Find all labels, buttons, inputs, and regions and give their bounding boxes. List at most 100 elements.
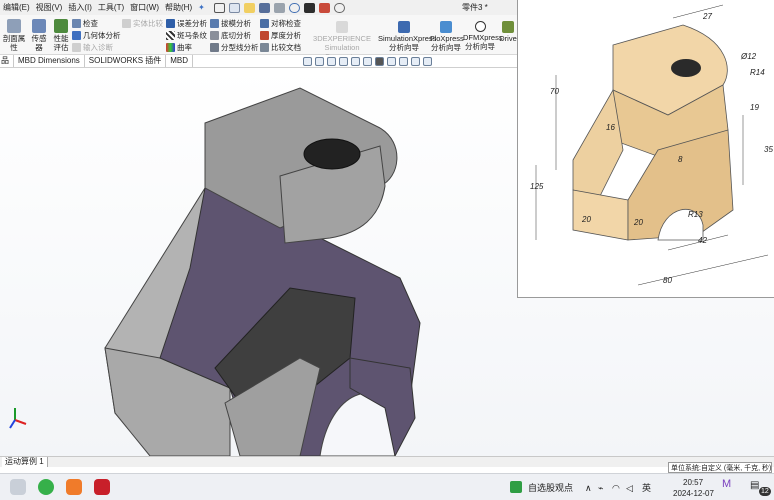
section-view-icon[interactable]: [339, 57, 348, 66]
tray-chevron-up-icon[interactable]: ∧: [585, 482, 592, 494]
import-diagnostics-icon: [72, 43, 81, 52]
dim-19: 19: [750, 103, 759, 112]
symmetry-icon: [260, 19, 269, 28]
hide-show-items-icon[interactable]: [387, 57, 396, 66]
tab-mbd[interactable]: MBD: [166, 55, 194, 67]
input-language[interactable]: 英: [642, 482, 651, 494]
compare-documents-button[interactable]: 比较文档: [260, 42, 301, 53]
taskbar-app-solidworks-icon[interactable]: [94, 479, 110, 495]
stock-widget-text[interactable]: 自选股观点: [528, 482, 573, 494]
menu-bar: 编辑(E) 视图(V) 插入(I) 工具(T) 窗口(W) 帮助(H) ✦ 零件…: [0, 0, 517, 15]
dim-27: 27: [703, 12, 712, 21]
zoom-to-fit-icon[interactable]: [303, 57, 312, 66]
geometry-analysis-button[interactable]: 几何体分析: [72, 30, 121, 41]
undercut-analysis-button[interactable]: 底切分析: [210, 30, 251, 41]
rebuild-icon[interactable]: [318, 2, 330, 13]
tab-solidworks-addins[interactable]: SOLIDWORKS 插件: [85, 55, 167, 67]
undo-icon[interactable]: [288, 2, 300, 13]
curvature-button[interactable]: 曲率: [166, 42, 192, 53]
part-3d-model[interactable]: [0, 68, 517, 456]
home-icon[interactable]: [213, 2, 225, 13]
dim-8: 8: [678, 155, 683, 164]
tab-evaluate[interactable]: 品: [0, 55, 14, 67]
menu-insert[interactable]: 插入(I): [65, 0, 95, 15]
wifi-icon[interactable]: ◠: [612, 482, 620, 494]
dim-125: 125: [530, 182, 544, 191]
volume-icon[interactable]: ◁: [626, 482, 633, 494]
dim-dia-12: Ø12: [741, 52, 757, 61]
symmetry-check-button[interactable]: 对称检查: [260, 18, 301, 29]
section-properties-button[interactable]: 剖面属 性: [2, 19, 26, 52]
section-properties-icon: [7, 19, 21, 33]
dim-80: 80: [663, 276, 672, 285]
sensor-button[interactable]: 传感器: [28, 19, 50, 52]
driveworks-icon: [502, 21, 514, 33]
notification-badge: 12: [759, 487, 771, 496]
select-icon[interactable]: [303, 2, 315, 13]
zebra-stripes-button[interactable]: 斑马条纹: [166, 30, 207, 41]
stock-widget-icon[interactable]: [510, 481, 522, 493]
driveworks-button[interactable]: Drive: [499, 21, 517, 43]
coordinate-triad-icon: [9, 408, 27, 429]
open-folder-icon[interactable]: [243, 2, 255, 13]
menu-tools[interactable]: 工具(T): [95, 0, 127, 15]
menu-view[interactable]: 视图(V): [33, 0, 66, 15]
quick-access-toolbar: [213, 2, 345, 13]
thickness-analysis-button[interactable]: 厚度分析: [260, 30, 301, 41]
import-diagnostics-button[interactable]: 输入诊断: [72, 42, 113, 53]
deviation-analysis-button[interactable]: 误差分析: [166, 18, 207, 29]
dfmxpress-button[interactable]: DFMXpress 分析向导: [463, 21, 503, 51]
dim-20-left: 20: [582, 215, 591, 224]
performance-icon: [54, 19, 68, 33]
heads-up-view-toolbar: [303, 57, 432, 66]
taskbar-date[interactable]: 2024-12-07: [673, 488, 714, 500]
zoom-to-area-icon[interactable]: [315, 57, 324, 66]
app-logo-icon: M: [722, 478, 732, 490]
menu-help[interactable]: 帮助(H): [162, 0, 195, 15]
view-orientation-icon[interactable]: [363, 57, 372, 66]
motion-study-tab[interactable]: 运动算例 1: [2, 457, 48, 467]
body-compare-button[interactable]: 实体比较: [122, 18, 163, 29]
view-settings-icon[interactable]: [423, 57, 432, 66]
check-button[interactable]: 检查: [72, 18, 98, 29]
simulationxpress-button[interactable]: SimulationXpress 分析向导: [378, 21, 436, 52]
previous-view-icon[interactable]: [327, 57, 336, 66]
undercut-icon: [210, 31, 219, 40]
deviation-icon: [166, 19, 175, 28]
menu-window[interactable]: 窗口(W): [127, 0, 162, 15]
unit-system-indicator[interactable]: 单位系统:自定义 (毫米, 千克, 秒): [668, 462, 772, 473]
new-document-icon[interactable]: [228, 2, 240, 13]
command-manager-ribbon: 剖面属 性 传感器 性能 评估 检查 实体比较 几何体分析 输入诊断 误差分析 …: [0, 15, 517, 61]
save-icon[interactable]: [258, 2, 270, 13]
network-icon[interactable]: ⌁: [598, 482, 603, 494]
tab-mbd-dimensions[interactable]: MBD Dimensions: [14, 55, 85, 67]
edit-appearance-icon[interactable]: [399, 57, 408, 66]
part-hole: [303, 138, 361, 170]
compare-icon: [122, 19, 131, 28]
taskbar-app-explorer-icon[interactable]: [10, 479, 26, 495]
3dexperience-icon: [336, 21, 348, 33]
draft-icon: [210, 19, 219, 28]
print-icon[interactable]: [273, 2, 285, 13]
dim-r14: R14: [750, 68, 765, 77]
parting-line-analysis-button[interactable]: 分型线分析: [210, 42, 259, 53]
check-icon: [72, 19, 81, 28]
pin-icon[interactable]: ✦: [195, 0, 208, 15]
menu-edit[interactable]: 编辑(E): [0, 0, 33, 15]
dim-35: 35: [764, 145, 773, 154]
status-bar: 运动算例 1: [0, 456, 774, 467]
performance-evaluation-button[interactable]: 性能 评估: [52, 19, 70, 52]
dim-42: 42: [698, 236, 707, 245]
simulationxpress-icon: [398, 21, 410, 33]
draft-analysis-button[interactable]: 拔模分析: [210, 18, 251, 29]
dim-16: 16: [606, 123, 615, 132]
dynamic-annotation-icon[interactable]: [351, 57, 360, 66]
apply-scene-icon[interactable]: [411, 57, 420, 66]
dfmxpress-icon: [474, 21, 486, 32]
taskbar-app-wechat-icon[interactable]: [38, 479, 54, 495]
dim-r13: R13: [688, 210, 703, 219]
floxpress-button[interactable]: FloXpress 分析向导: [430, 21, 464, 52]
taskbar-app-orange-icon[interactable]: [66, 479, 82, 495]
options-icon[interactable]: [333, 2, 345, 13]
display-style-icon[interactable]: [375, 57, 384, 66]
